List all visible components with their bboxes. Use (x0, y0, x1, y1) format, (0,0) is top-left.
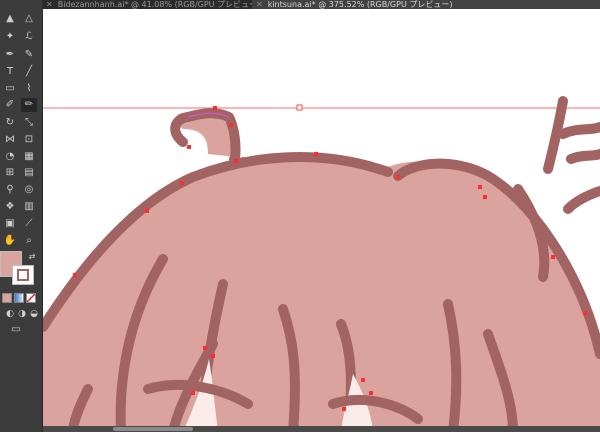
guide-handle[interactable] (296, 104, 303, 111)
symbol-sprayer-tool-icon[interactable]: ❖ (2, 200, 18, 214)
tab-title: Bidezannhanh.ai* @ 41.08% (RGB/GPU プレビュー… (57, 0, 261, 9)
rotate-tool-icon[interactable]: ↻ (2, 116, 18, 130)
lasso-tool-icon[interactable]: ℒ (21, 30, 37, 44)
none-mode-icon[interactable] (26, 293, 36, 303)
scrollbar-thumb[interactable] (113, 427, 193, 431)
paintbrush-tool-icon[interactable]: ⌇ (21, 82, 37, 96)
horizontal-scrollbar[interactable] (43, 426, 600, 432)
glyph-stroke-4[interactable] (563, 186, 600, 214)
anchor-point[interactable] (314, 152, 318, 156)
type-tool-icon[interactable]: T (2, 65, 18, 79)
anchor-point[interactable] (229, 123, 233, 127)
anchor-point[interactable] (361, 378, 365, 382)
anchor-point[interactable] (180, 181, 184, 185)
artboard-tool-icon[interactable]: ▣ (2, 217, 18, 231)
anchor-point[interactable] (213, 106, 217, 110)
anchor-point[interactable] (187, 145, 191, 149)
scale-tool-icon[interactable]: ⤡ (21, 116, 37, 130)
glyph-stroke-3[interactable] (566, 149, 600, 164)
glyph-stroke-2[interactable] (558, 122, 600, 139)
anchor-point[interactable] (551, 255, 555, 259)
anchor-point[interactable] (478, 185, 482, 189)
tab-title: kintsuna.ai* @ 375.52% (RGB/GPU プレビュー) (267, 0, 453, 9)
stroke-color-swatch[interactable] (12, 265, 34, 285)
eyedropper-tool-icon[interactable]: ⚲ (2, 183, 18, 197)
artwork (43, 96, 600, 432)
gradient-mode-icon[interactable] (14, 293, 24, 303)
column-graph-tool-icon[interactable]: ▥ (21, 200, 37, 214)
mesh-tool-icon[interactable]: ⊞ (2, 166, 18, 180)
direct-selection-tool-icon[interactable]: △ (21, 12, 37, 26)
anchor-point[interactable] (234, 159, 238, 163)
hand-tool-icon[interactable]: ✋ (2, 234, 18, 248)
magic-wand-tool-icon[interactable]: ✦ (2, 30, 18, 44)
anchor-point[interactable] (583, 311, 587, 315)
curvature-tool-icon[interactable]: ✎ (21, 48, 37, 62)
pencil-tool-icon[interactable]: ✏ (21, 98, 37, 112)
draw-inside-icon[interactable]: ◒ (26, 307, 42, 321)
anchor-point[interactable] (396, 175, 400, 179)
line-segment-tool-icon[interactable]: ╱ (21, 65, 37, 79)
slice-tool-icon[interactable]: ⟋ (21, 217, 37, 231)
free-transform-tool-icon[interactable]: ⊡ (21, 133, 37, 147)
close-tab-icon[interactable]: ✕ (46, 0, 53, 9)
anchor-point[interactable] (342, 407, 346, 411)
width-tool-icon[interactable]: ⋈ (2, 133, 18, 147)
pen-tool-icon[interactable]: ✒ (2, 48, 18, 62)
rectangle-tool-icon[interactable]: ▭ (2, 82, 18, 96)
close-tab-icon[interactable]: ✕ (256, 0, 263, 9)
anchor-point[interactable] (483, 195, 487, 199)
shaper-tool-icon[interactable]: ✐ (2, 98, 18, 112)
anchor-point[interactable] (203, 346, 207, 350)
swap-fill-stroke-icon[interactable]: ⇄ (24, 250, 40, 264)
gradient-tool-icon[interactable]: ▤ (21, 166, 37, 180)
selection-tool-icon[interactable]: ▲ (2, 12, 18, 26)
blend-tool-icon[interactable]: ◎ (21, 183, 37, 197)
color-mode-icon[interactable] (2, 293, 12, 303)
artboard-canvas[interactable] (43, 9, 600, 432)
document-tab-bidezannhanh[interactable]: ✕ Bidezannhanh.ai* @ 41.08% (RGB/GPU プレビュ… (42, 0, 260, 9)
anchor-point[interactable] (369, 391, 373, 395)
document-tab-bar: ✕ Bidezannhanh.ai* @ 41.08% (RGB/GPU プレビュ… (42, 0, 600, 9)
zoom-tool-icon[interactable]: ⌕ (21, 234, 37, 248)
anchor-point[interactable] (211, 354, 215, 358)
anchor-point[interactable] (73, 273, 77, 277)
perspective-grid-tool-icon[interactable]: ▦ (21, 150, 37, 164)
anchor-point[interactable] (145, 209, 149, 213)
document-tab-kintsuna[interactable]: ✕ kintsuna.ai* @ 375.52% (RGB/GPU プレビュー) (252, 0, 600, 9)
shape-builder-tool-icon[interactable]: ◔ (2, 150, 18, 164)
screen-mode-icon[interactable]: ▭ (8, 323, 24, 337)
tools-panel: ▲ △ ✦ ℒ ✒ ✎ T ╱ ▭ ⌇ ✐ ✏ ↻ ⤡ ⋈ ⊡ ◔ ▦ ⊞ ▤ … (0, 0, 43, 432)
anchor-point[interactable] (191, 391, 195, 395)
